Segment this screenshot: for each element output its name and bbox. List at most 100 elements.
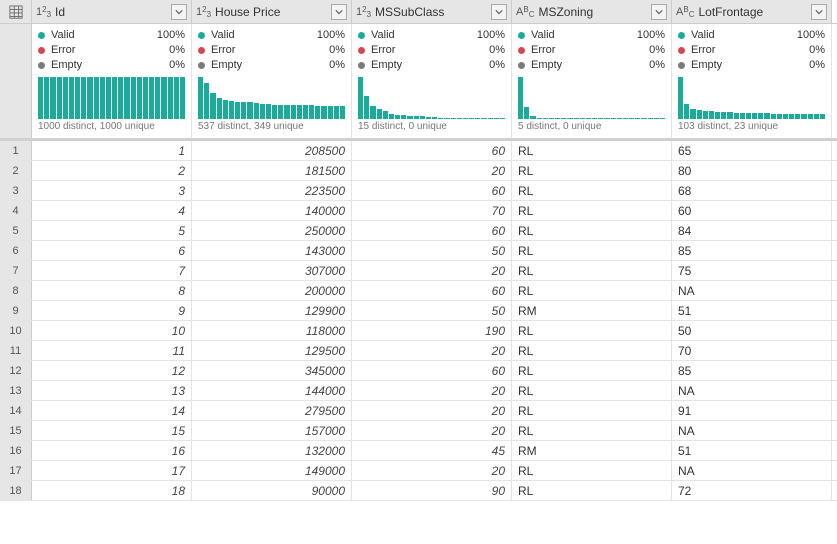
cell[interactable]: RL [512, 461, 672, 480]
cell[interactable]: 20 [352, 341, 512, 360]
cell[interactable]: 70 [352, 201, 512, 220]
table-row[interactable]: 3322350060RL68 [0, 181, 837, 201]
cell[interactable]: 4 [32, 201, 192, 220]
cell[interactable]: 65 [672, 141, 832, 160]
cell[interactable]: 2 [32, 161, 192, 180]
cell[interactable]: 7 [32, 261, 192, 280]
column-header[interactable]: 123MSSubClass [352, 0, 512, 23]
row-number[interactable]: 15 [0, 421, 32, 440]
cell[interactable]: 144000 [192, 381, 352, 400]
column-header[interactable]: 123House Price [192, 0, 352, 23]
cell[interactable]: 18 [32, 481, 192, 500]
cell[interactable]: 11 [32, 341, 192, 360]
cell[interactable]: 143000 [192, 241, 352, 260]
table-row[interactable]: 111112950020RL70 [0, 341, 837, 361]
type-icon-number[interactable]: 123 [356, 6, 371, 18]
cell[interactable]: 72 [672, 481, 832, 500]
cell[interactable]: 181500 [192, 161, 352, 180]
cell[interactable]: RL [512, 421, 672, 440]
cell[interactable]: 20 [352, 461, 512, 480]
row-number[interactable]: 7 [0, 261, 32, 280]
row-number[interactable]: 2 [0, 161, 32, 180]
cell[interactable]: 5 [32, 221, 192, 240]
cell[interactable]: NA [672, 281, 832, 300]
cell[interactable]: 50 [352, 301, 512, 320]
cell[interactable]: NA [672, 461, 832, 480]
cell[interactable]: 17 [32, 461, 192, 480]
cell[interactable]: 149000 [192, 461, 352, 480]
cell[interactable]: 223500 [192, 181, 352, 200]
row-number[interactable]: 9 [0, 301, 32, 320]
cell[interactable]: 279500 [192, 401, 352, 420]
table-row[interactable]: 1120850060RL65 [0, 141, 837, 161]
cell[interactable]: RL [512, 181, 672, 200]
cell[interactable]: 20 [352, 421, 512, 440]
cell[interactable]: 50 [672, 321, 832, 340]
cell[interactable]: 8 [32, 281, 192, 300]
type-icon-number[interactable]: 123 [196, 6, 211, 18]
row-number[interactable]: 12 [0, 361, 32, 380]
cell[interactable]: 3 [32, 181, 192, 200]
column-header[interactable]: ABCLotFrontage [672, 0, 832, 23]
column-filter-dropdown[interactable] [811, 4, 827, 20]
cell[interactable]: 250000 [192, 221, 352, 240]
table-row[interactable]: 6614300050RL85 [0, 241, 837, 261]
table-row[interactable]: 121234500060RL85 [0, 361, 837, 381]
cell[interactable]: 45 [352, 441, 512, 460]
cell[interactable]: 16 [32, 441, 192, 460]
cell[interactable]: 85 [672, 241, 832, 260]
cell[interactable]: 15 [32, 421, 192, 440]
row-number[interactable]: 13 [0, 381, 32, 400]
type-icon-text[interactable]: ABC [676, 6, 694, 18]
cell[interactable]: 60 [352, 281, 512, 300]
cell[interactable]: 60 [352, 181, 512, 200]
table-row[interactable]: 141427950020RL91 [0, 401, 837, 421]
cell[interactable]: 85 [672, 361, 832, 380]
row-number[interactable]: 8 [0, 281, 32, 300]
cell[interactable]: 140000 [192, 201, 352, 220]
cell[interactable]: 90000 [192, 481, 352, 500]
cell[interactable]: RL [512, 321, 672, 340]
cell[interactable]: 10 [32, 321, 192, 340]
column-header[interactable]: ABCMSZoning [512, 0, 672, 23]
cell[interactable]: 20 [352, 381, 512, 400]
table-row[interactable]: 8820000060RLNA [0, 281, 837, 301]
cell[interactable]: RL [512, 341, 672, 360]
cell[interactable]: 91 [672, 401, 832, 420]
cell[interactable]: 75 [672, 261, 832, 280]
cell[interactable]: RL [512, 241, 672, 260]
cell[interactable]: 60 [352, 361, 512, 380]
cell[interactable]: 129900 [192, 301, 352, 320]
table-row[interactable]: 1010118000190RL50 [0, 321, 837, 341]
type-icon-number[interactable]: 123 [36, 6, 51, 18]
cell[interactable]: 68 [672, 181, 832, 200]
cell[interactable]: 200000 [192, 281, 352, 300]
table-row[interactable]: 7730700020RL75 [0, 261, 837, 281]
cell[interactable]: 12 [32, 361, 192, 380]
cell[interactable]: 208500 [192, 141, 352, 160]
cell[interactable]: 50 [352, 241, 512, 260]
cell[interactable]: RL [512, 261, 672, 280]
cell[interactable]: RL [512, 401, 672, 420]
cell[interactable]: 60 [352, 221, 512, 240]
cell[interactable]: RL [512, 361, 672, 380]
cell[interactable]: 6 [32, 241, 192, 260]
cell[interactable]: 90 [352, 481, 512, 500]
row-number[interactable]: 18 [0, 481, 32, 500]
cell[interactable]: RL [512, 381, 672, 400]
table-row[interactable]: 5525000060RL84 [0, 221, 837, 241]
cell[interactable]: 157000 [192, 421, 352, 440]
table-row[interactable]: 161613200045RM51 [0, 441, 837, 461]
column-filter-dropdown[interactable] [491, 4, 507, 20]
cell[interactable]: 70 [672, 341, 832, 360]
cell[interactable]: 20 [352, 261, 512, 280]
row-number[interactable]: 11 [0, 341, 32, 360]
cell[interactable]: 20 [352, 401, 512, 420]
table-row[interactable]: 131314400020RLNA [0, 381, 837, 401]
cell[interactable]: 84 [672, 221, 832, 240]
cell[interactable]: 307000 [192, 261, 352, 280]
row-number[interactable]: 6 [0, 241, 32, 260]
cell[interactable]: 190 [352, 321, 512, 340]
table-row[interactable]: 4414000070RL60 [0, 201, 837, 221]
row-number[interactable]: 5 [0, 221, 32, 240]
